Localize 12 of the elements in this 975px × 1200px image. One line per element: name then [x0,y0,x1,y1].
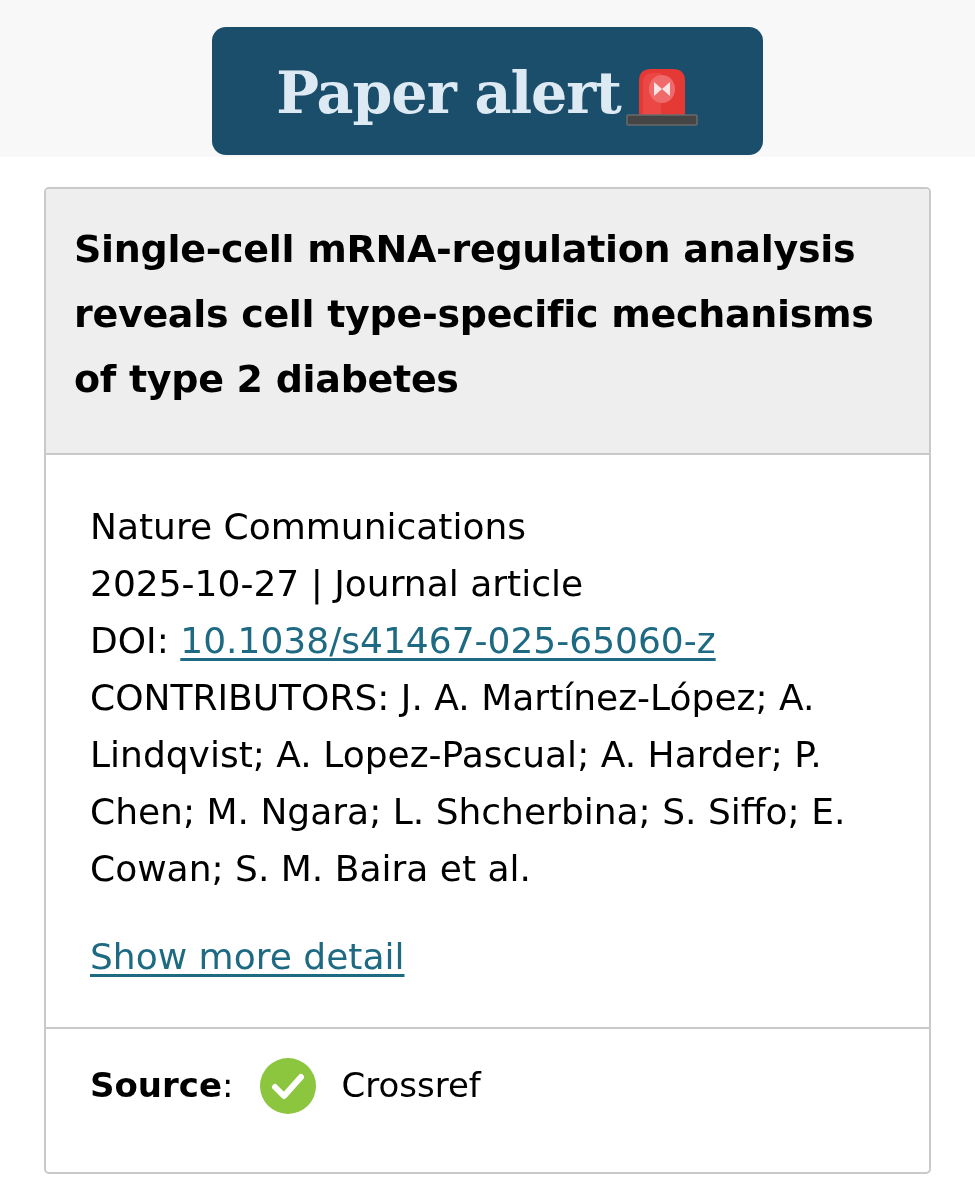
source-label: Source: [90,1064,234,1107]
source-name: Crossref [341,1064,481,1107]
doi-line: DOI: 10.1038/s41467-025-65060-z [90,619,717,663]
doi-link[interactable]: 10.1038/s41467-025-65060-z [180,620,716,661]
check-circle-icon [259,1057,316,1114]
banner-title: Paper alert [276,59,621,127]
siren-icon [624,67,699,127]
publication-date-type: 2025-10-27 | Journal article [90,562,585,607]
contributors-text: CONTRIBUTORS: J. A. Martínez-López; A. Lindqvist; A. Lopez-Pascual; A. Harder; P. Chen; M. Ngara; L. Shcherbina; S. Siffo; E. Cowan; S. M. Baira et al. [90,676,847,891]
article-title: Single-cell mRNA-regulation analysis reveals cell type-specific mechanisms of type 2 diabetes [74,226,875,403]
journal-name: Nature Communications [90,505,528,549]
show-more-detail-link[interactable]: Show more detail [90,928,405,985]
